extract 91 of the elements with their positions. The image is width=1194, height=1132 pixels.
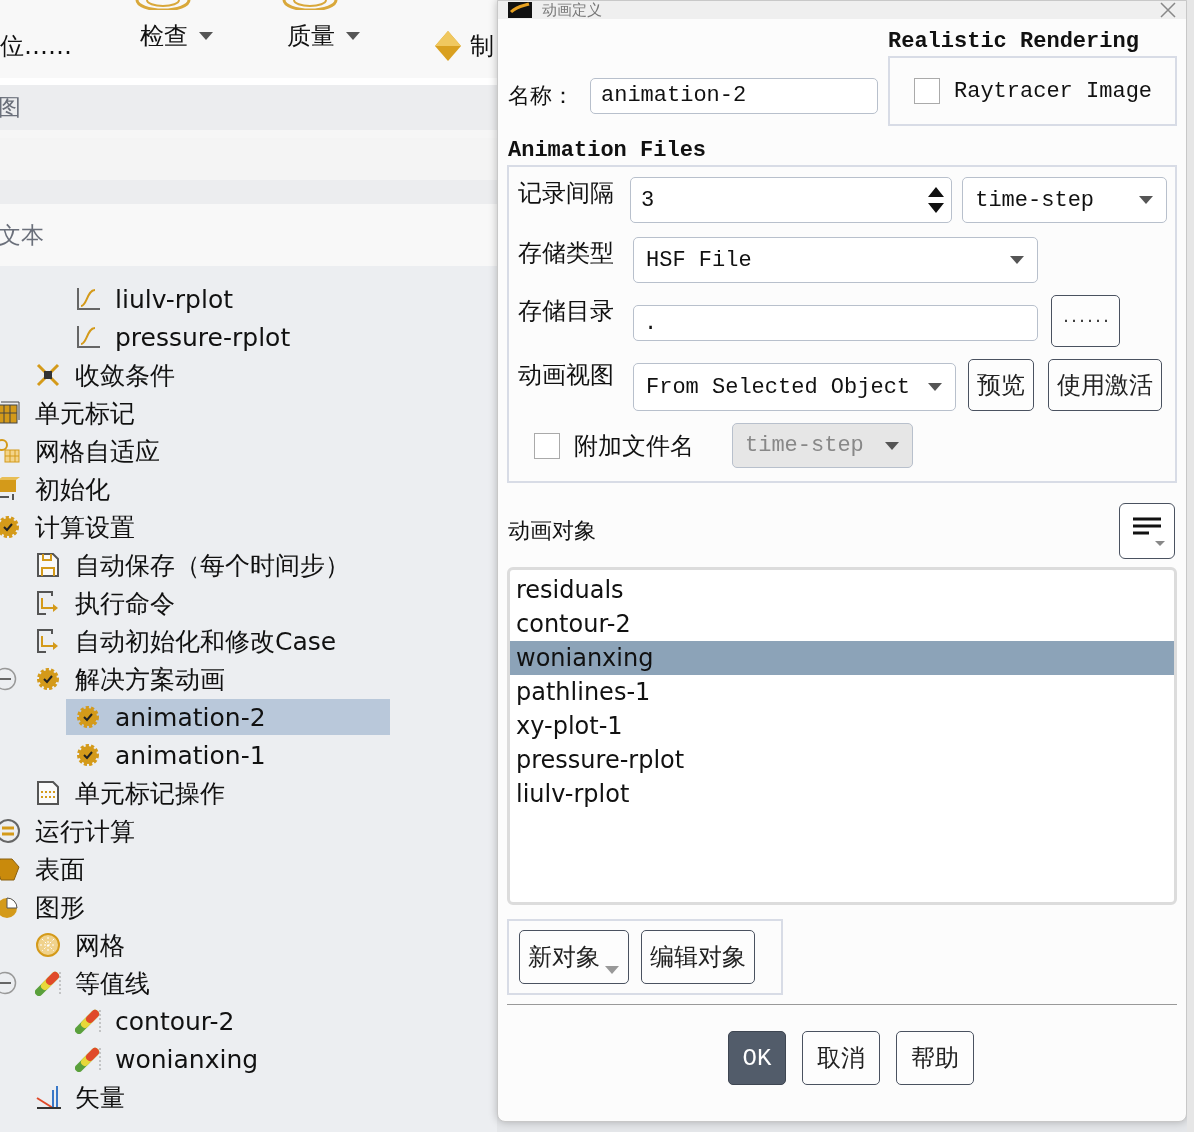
tree-item[interactable]: 网格自适应 [0, 433, 310, 469]
tree-item[interactable]: liulv-rplot [66, 281, 390, 317]
contour-icon [35, 970, 61, 996]
tree-item[interactable]: 解决方案动画 [26, 661, 350, 697]
collapse-icon[interactable] [0, 667, 17, 691]
tree-item[interactable]: 自动保存（每个时间步） [26, 547, 350, 583]
toolbar-label[interactable]: 制 [470, 30, 494, 62]
dialog-button[interactable]: 帮助 [896, 1031, 975, 1085]
tree-item[interactable]: 收敛条件 [26, 357, 350, 393]
caret-icon [1009, 255, 1025, 265]
object-button[interactable]: 新对象 [519, 930, 629, 984]
apply-button[interactable]: 使用激活 [1048, 359, 1162, 411]
tree-item[interactable]: contour-2 [66, 1003, 390, 1039]
spin-field[interactable]: 3 [630, 177, 953, 223]
dialog-button[interactable]: 取消 [802, 1031, 881, 1085]
tree-item[interactable]: 运行计算 [0, 813, 310, 849]
list-item[interactable]: pressure-rplot [510, 743, 1174, 777]
tree-item[interactable]: 等值线 [26, 965, 350, 1001]
caret-icon [1138, 195, 1154, 205]
checkbox-label: Raytracer Image [954, 78, 1153, 104]
doc-icon [35, 780, 61, 806]
contour-icon [75, 1046, 101, 1072]
tree-item[interactable]: 网格 [26, 927, 350, 963]
collapse-icon[interactable] [0, 971, 17, 995]
sort-menu-button[interactable] [1119, 503, 1175, 559]
tree-item[interactable]: 计算设置 [0, 509, 310, 545]
field-label: 存储类型 [518, 240, 615, 269]
graphics-icon [0, 894, 21, 920]
section-header: 图 [0, 93, 21, 122]
caret-icon [927, 382, 943, 392]
gear-icon [35, 666, 61, 692]
list-item[interactable]: wonianxing [510, 641, 1174, 675]
tree-item[interactable]: 单元标记 [0, 395, 310, 431]
group-title: Realistic Rendering [888, 29, 1140, 54]
object-button[interactable]: 编辑对象 [641, 930, 755, 984]
preview-button[interactable]: 预览 [968, 359, 1034, 411]
name-field[interactable]: animation-2 [590, 77, 878, 114]
list-item[interactable]: residuals [510, 573, 1174, 607]
plot-icon [75, 324, 101, 350]
type-dropdown[interactable]: HSF File [633, 237, 1038, 283]
checkbox[interactable] [914, 78, 940, 104]
gear-icon [75, 742, 101, 768]
plot-icon [75, 286, 101, 312]
caret-icon [884, 440, 900, 451]
toolbar-label[interactable]: 检查 [140, 20, 188, 52]
tree-item[interactable]: 矢量 [26, 1079, 350, 1115]
tree-item[interactable]: 执行命令 [26, 585, 350, 621]
field-label: 存储目录 [518, 298, 615, 327]
view-dropdown[interactable]: From Selected Object [633, 363, 956, 411]
tree-item[interactable]: 单元标记操作 [26, 775, 350, 811]
list-item[interactable]: xy-plot-1 [510, 709, 1174, 743]
tree-item[interactable]: 表面 [0, 851, 310, 887]
tree-item[interactable]: 自动初始化和修改Case [26, 623, 350, 659]
cells-icon [0, 400, 21, 426]
directory-field[interactable]: . [633, 305, 1038, 341]
close-icon[interactable] [1160, 2, 1176, 18]
convergence-icon [35, 362, 61, 388]
contour-icon [75, 1008, 101, 1034]
caret-icon[interactable] [198, 31, 214, 41]
tree-item[interactable]: 图形 [0, 889, 310, 925]
tree-item[interactable]: pressure-rplot [66, 319, 390, 355]
field-label: 记录间隔 [518, 180, 615, 209]
toolbar-label[interactable]: 质量 [287, 20, 335, 52]
vector-icon [35, 1084, 61, 1110]
tree-item[interactable]: animation-1 [66, 737, 390, 773]
group-title: Animation Files [508, 138, 708, 163]
tree-item[interactable]: 初始化 [0, 471, 310, 507]
init-icon [0, 476, 21, 502]
tree-item[interactable]: animation-2 [66, 699, 390, 735]
list-item[interactable]: pathlines-1 [510, 675, 1174, 709]
caret-icon[interactable] [345, 31, 361, 41]
list-item[interactable]: contour-2 [510, 607, 1174, 641]
run-icon [0, 818, 21, 844]
gear-icon [0, 514, 21, 540]
app-logo-icon [508, 2, 532, 18]
dialog-button[interactable]: OK [727, 1031, 787, 1085]
unit-dropdown[interactable]: time-step [962, 177, 1167, 223]
field-label: 动画视图 [518, 362, 615, 391]
list-item[interactable]: liulv-rplot [510, 777, 1174, 811]
toolbar-label[interactable]: 位…… [0, 30, 72, 62]
adapt-icon [0, 438, 21, 464]
gear-icon [75, 704, 101, 730]
checkbox-label: 附加文件名 [574, 432, 695, 462]
save-icon [35, 552, 61, 578]
tree-item[interactable]: wonianxing [66, 1041, 390, 1077]
surface-icon [0, 856, 21, 882]
dialog-title: 动画定义 [542, 1, 603, 19]
browse-button[interactable]: ······ [1051, 295, 1120, 347]
name-label: 名称： [508, 83, 574, 111]
mesh-icon [35, 932, 61, 958]
list-label: 动画对象 [508, 519, 596, 546]
